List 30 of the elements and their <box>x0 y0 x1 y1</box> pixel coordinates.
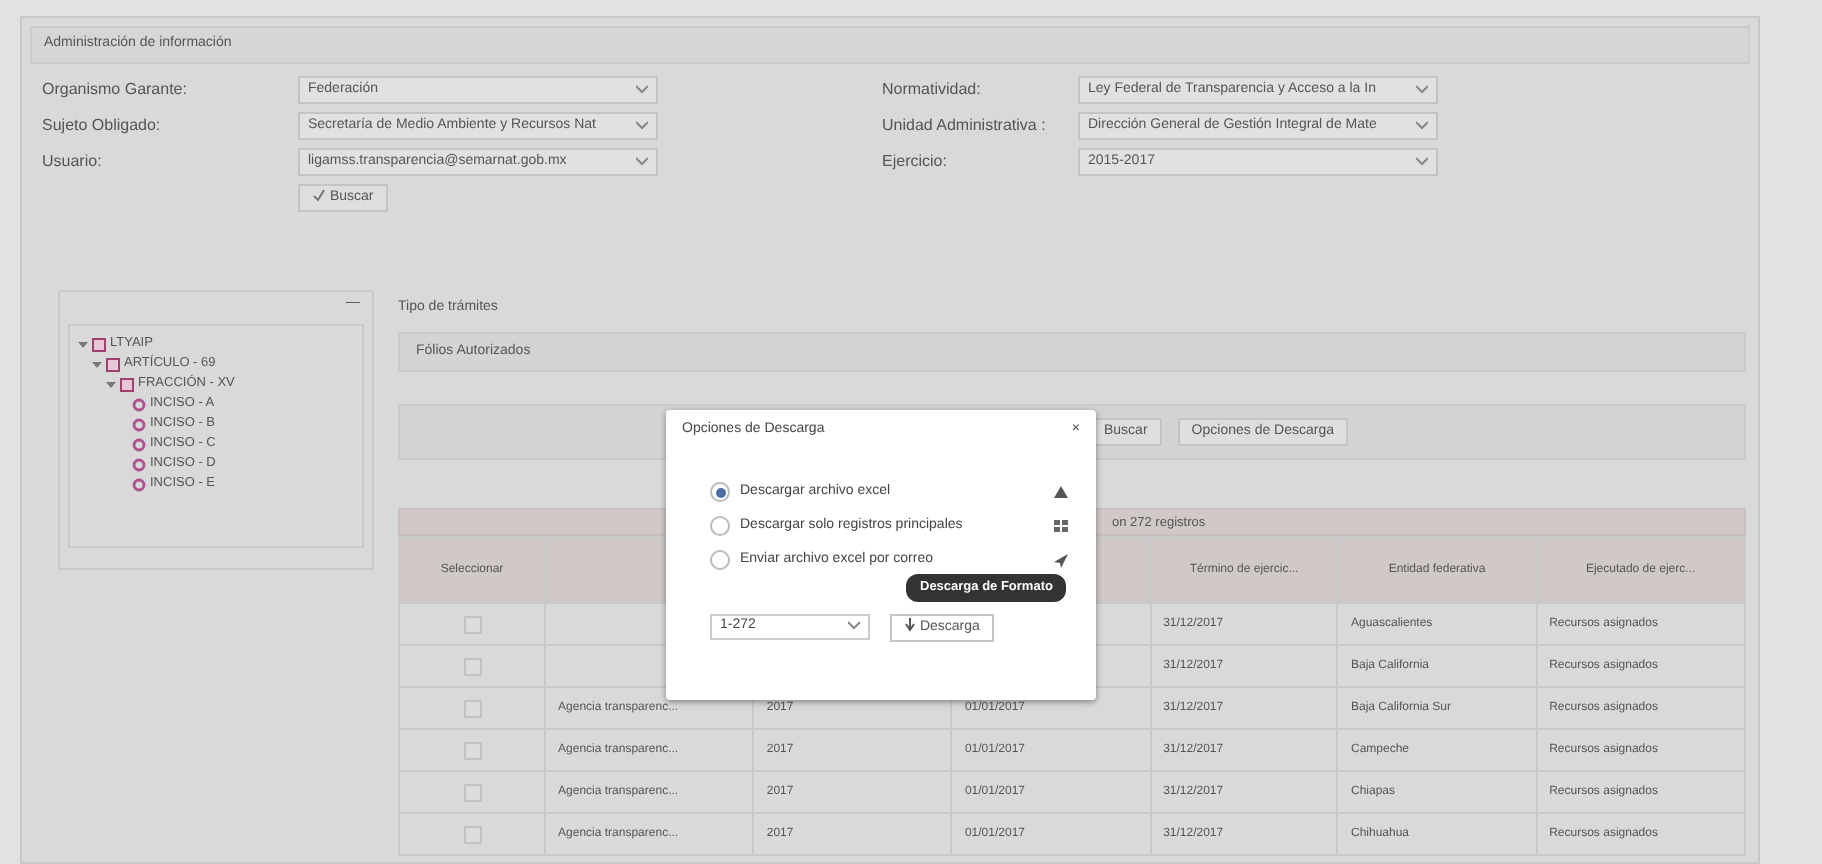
dropdown-icon <box>636 151 648 167</box>
row-checkbox[interactable] <box>463 699 482 717</box>
folder-box-icon <box>120 377 134 391</box>
download-icon <box>904 618 916 633</box>
row-checkbox[interactable] <box>463 615 482 633</box>
dropdown-icon <box>1416 79 1428 95</box>
radio-button[interactable] <box>710 516 730 536</box>
row-checkbox[interactable] <box>463 783 482 801</box>
field-label: Unidad Administrativa : <box>882 113 1048 137</box>
field-label: Sujeto Obligado: <box>42 113 163 137</box>
row-checkbox[interactable] <box>463 825 482 843</box>
field-label: Normatividad: <box>882 77 983 101</box>
field-label: Usuario: <box>42 149 104 173</box>
field-label: Ejercicio: <box>882 149 949 173</box>
dropdown-icon <box>636 115 648 131</box>
radio-button[interactable] <box>710 550 730 570</box>
dropdown-icon <box>1416 151 1428 167</box>
folder-box-icon <box>92 337 106 351</box>
grid-icon <box>1054 519 1068 533</box>
dropdown-icon <box>1416 115 1428 131</box>
row-checkbox[interactable] <box>463 741 482 759</box>
send-icon <box>1054 553 1068 567</box>
dropdown-icon <box>636 79 648 95</box>
check-icon <box>312 188 326 203</box>
field-label: Organismo Garante: <box>42 77 189 101</box>
row-checkbox[interactable] <box>463 657 482 675</box>
dropdown-icon <box>848 616 860 633</box>
radio-button[interactable] <box>710 482 730 502</box>
folder-box-icon <box>106 357 120 371</box>
download-icon <box>1054 485 1068 499</box>
